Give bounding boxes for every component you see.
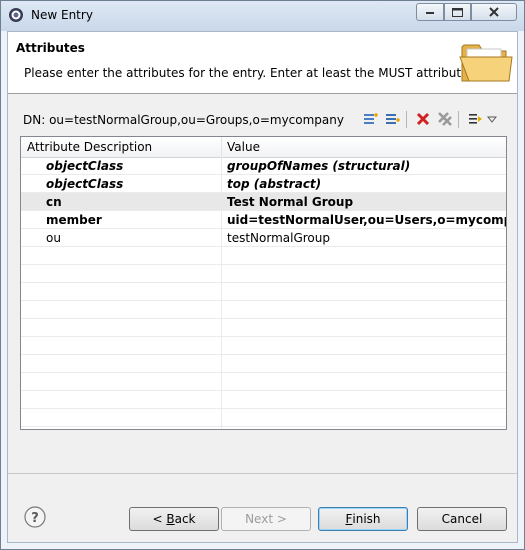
empty-row	[21, 301, 506, 319]
banner-description: Please enter the attributes for the entr…	[24, 66, 479, 80]
back-button-rest: ack	[174, 512, 196, 526]
empty-row	[21, 247, 506, 265]
attribute-cell: ou	[46, 231, 61, 245]
finish-button-mnemonic: F	[345, 512, 353, 526]
maximize-icon	[452, 7, 463, 17]
app-icon	[9, 8, 23, 22]
toolbar-separator	[458, 111, 459, 128]
value-cell[interactable]: groupOfNames (structural)	[227, 159, 410, 173]
header-divider	[221, 137, 222, 157]
table-row-selected[interactable]: cn Test Normal Group	[21, 193, 506, 211]
empty-row	[21, 373, 506, 391]
attribute-cell: objectClass	[46, 177, 124, 191]
table-row[interactable]: ou testNormalGroup	[21, 229, 506, 247]
column-header-value[interactable]: Value	[227, 140, 260, 154]
back-button-mnemonic: B	[166, 512, 175, 526]
table-row[interactable]: objectClass top (abstract)	[21, 175, 506, 193]
dialog-window: New Entry Attributes Please enter the at…	[0, 0, 525, 550]
svg-text:?: ?	[31, 511, 39, 526]
toolbar-separator	[406, 111, 407, 128]
attribute-cell: member	[46, 213, 102, 227]
value-cell[interactable]: testNormalGroup	[227, 231, 330, 245]
help-icon[interactable]: ?	[24, 506, 46, 528]
dn-label: DN: ou=testNormalGroup,ou=Groups,o=mycom…	[23, 113, 344, 127]
empty-row	[21, 337, 506, 355]
cancel-button[interactable]: Cancel	[417, 507, 507, 531]
attribute-cell: cn	[46, 195, 62, 209]
value-cell[interactable]: Test Normal Group	[227, 195, 353, 209]
next-button[interactable]: Next >	[221, 507, 311, 531]
close-button[interactable]	[471, 3, 517, 21]
empty-row	[21, 265, 506, 283]
attributes-table: Attribute Description Value objectClass …	[20, 136, 507, 430]
title-bar[interactable]: New Entry	[1, 1, 524, 31]
close-icon	[489, 7, 499, 17]
value-cell[interactable]: uid=testNormalUser,ou=Users,o=mycompany	[227, 213, 506, 227]
new-value-icon[interactable]	[384, 110, 402, 128]
table-row[interactable]: objectClass groupOfNames (structural)	[21, 157, 506, 175]
back-button-prefix: <	[152, 512, 167, 526]
minimize-icon	[426, 12, 434, 14]
empty-row	[21, 319, 506, 337]
button-bar-separator	[8, 473, 517, 474]
empty-row	[21, 391, 506, 409]
window-title: New Entry	[31, 8, 93, 22]
attribute-cell: objectClass	[46, 159, 124, 173]
empty-row	[21, 283, 506, 301]
dialog-content: Attributes Please enter the attributes f…	[7, 31, 518, 543]
table-row[interactable]: member uid=testNormalUser,ou=Users,o=myc…	[21, 211, 506, 229]
menu-dropdown-icon[interactable]	[486, 110, 498, 128]
next-button-label: Next >	[245, 512, 287, 526]
cancel-button-label: Cancel	[441, 512, 483, 526]
minimize-button[interactable]	[416, 3, 444, 21]
empty-row	[21, 355, 506, 373]
delete-all-icon[interactable]	[436, 110, 454, 128]
table-header: Attribute Description Value	[21, 137, 506, 158]
empty-row	[21, 409, 506, 427]
sort-icon[interactable]	[466, 110, 484, 128]
column-header-attribute[interactable]: Attribute Description	[27, 140, 152, 154]
back-button[interactable]: < Back	[129, 507, 219, 531]
finish-button[interactable]: Finish	[318, 507, 408, 531]
finish-button-rest: inish	[352, 512, 381, 526]
folder-icon	[459, 44, 513, 82]
maximize-button[interactable]	[444, 3, 471, 21]
new-attribute-icon[interactable]	[362, 110, 380, 128]
delete-icon[interactable]	[414, 110, 432, 128]
wizard-banner: Attributes Please enter the attributes f…	[8, 32, 517, 94]
value-cell[interactable]: top (abstract)	[227, 177, 321, 191]
banner-title: Attributes	[16, 41, 85, 55]
